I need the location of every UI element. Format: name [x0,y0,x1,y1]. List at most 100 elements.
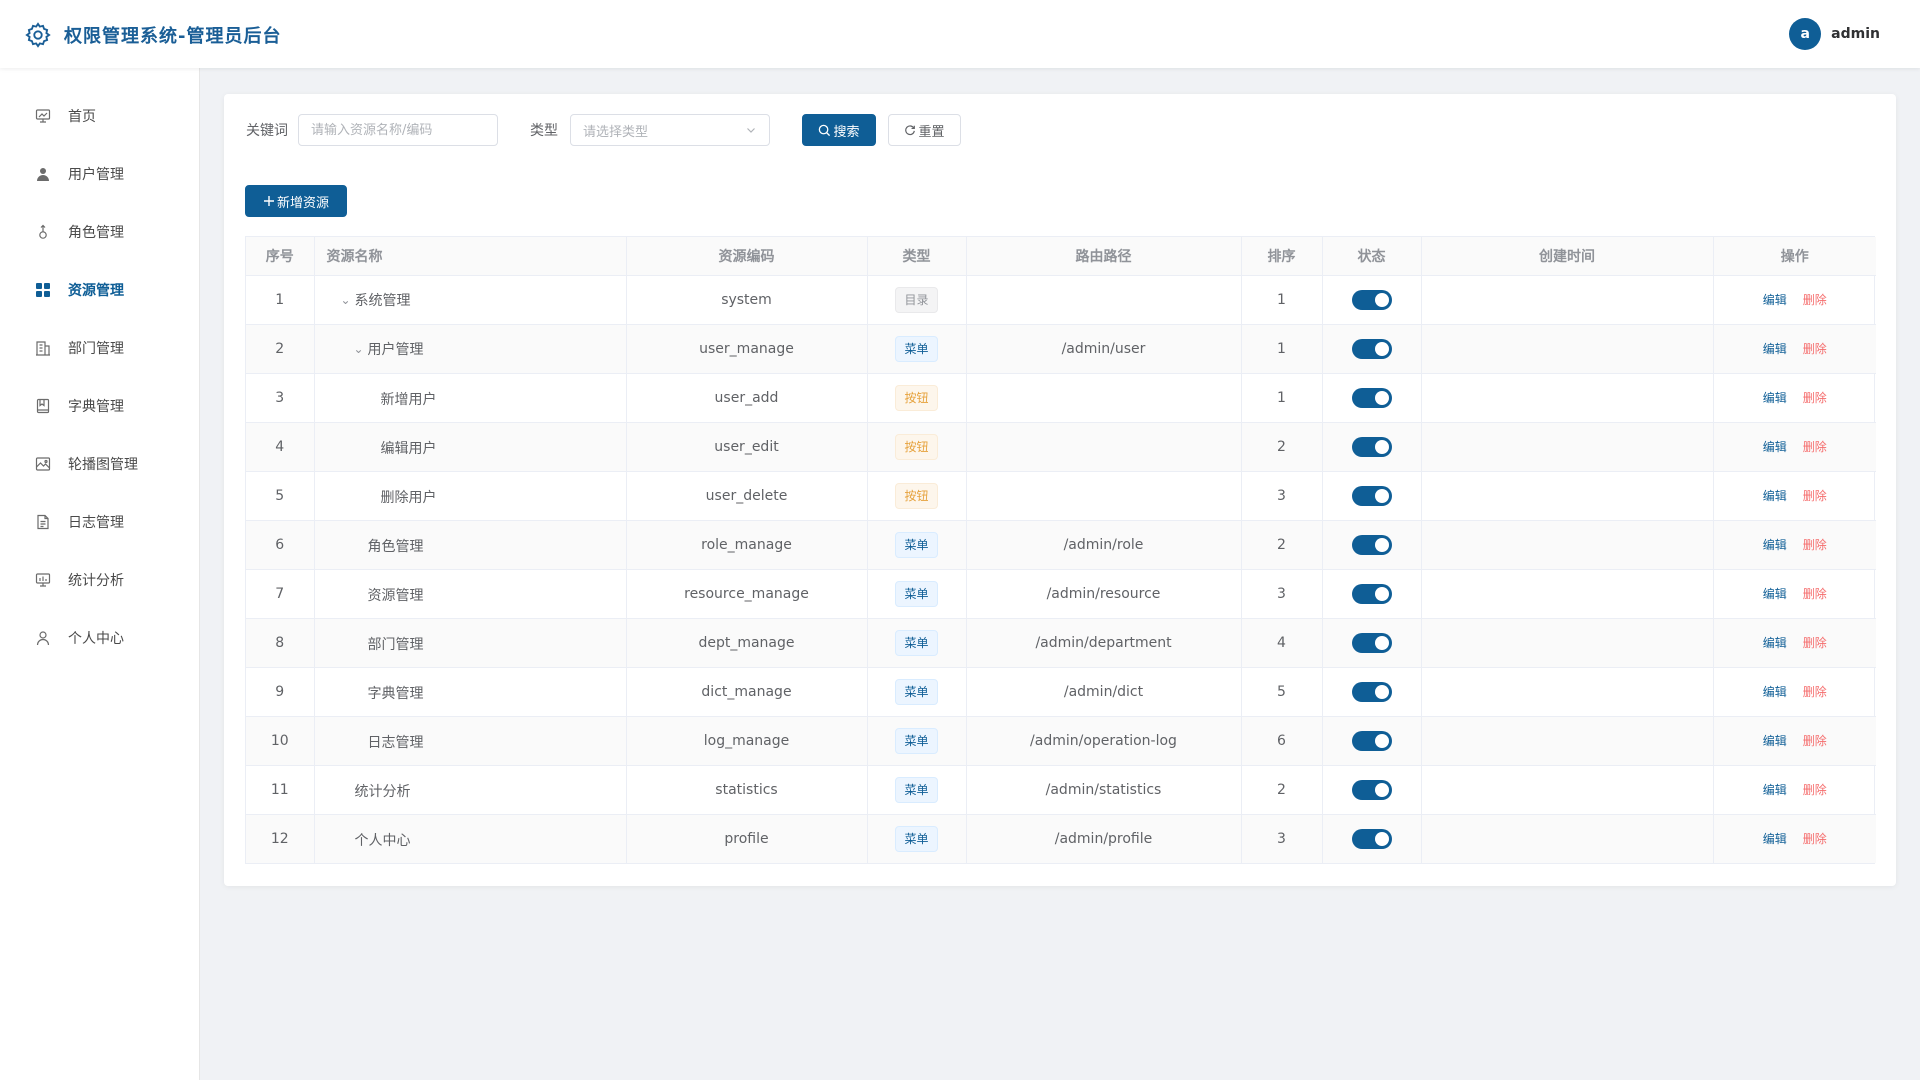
sort-order: 2 [1241,520,1323,570]
type-tag: 菜单 [895,776,938,803]
sidebar-item[interactable]: 日志管理 [0,493,199,551]
chevron-down-icon[interactable]: ⌄ [341,293,355,307]
row-number: 1 [246,275,315,325]
sidebar-item[interactable]: 统计分析 [0,551,199,609]
delete-button[interactable]: 删除 [1803,783,1827,797]
delete-button[interactable]: 删除 [1803,685,1827,699]
resource-name-cell: 个人中心 [314,814,627,863]
sidebar-item[interactable]: 字典管理 [0,377,199,435]
status-toggle[interactable] [1351,828,1392,849]
type-cell: 菜单 [867,667,967,717]
resource-name-cell: 删除用户 [314,471,627,521]
actions-cell: 编辑 删除 [1713,765,1876,815]
delete-button[interactable]: 删除 [1803,391,1827,405]
table-row: 9 字典管理 dict_manage 菜单/admin/dict 5 编辑 删除 [246,667,1876,717]
edit-button[interactable]: 编辑 [1763,538,1787,552]
route-path [966,275,1242,325]
status-toggle[interactable] [1351,583,1392,604]
edit-button[interactable]: 编辑 [1763,734,1787,748]
sidebar-item[interactable]: 部门管理 [0,319,199,377]
status-toggle[interactable] [1351,436,1392,457]
edit-button[interactable]: 编辑 [1763,685,1787,699]
actions-cell: 编辑 删除 [1713,520,1876,570]
resource-table: 序号 资源名称 资源编码 类型 路由路径 排序 状态 创建时间 操作 1 ⌄ 系统管理 system 目… [245,236,1876,864]
row-number: 5 [246,471,315,521]
status-toggle[interactable] [1351,338,1392,359]
table-row: 10 日志管理 log_manage 菜单/admin/operation-log 6 编… [246,716,1876,766]
book-icon [34,397,52,415]
table-row: 12 个人中心 profile 菜单/admin/profile 3 编辑 删除 [246,814,1876,863]
type-cell: 菜单 [867,765,967,815]
edit-button[interactable]: 编辑 [1763,832,1787,846]
row-number: 7 [246,569,315,619]
chevron-down-icon[interactable]: ⌄ [354,342,368,356]
resource-name: 编辑用户 [380,440,437,457]
edit-button[interactable]: 编辑 [1763,783,1787,797]
sidebar-item[interactable]: 轮播图管理 [0,435,199,493]
sidebar-item[interactable]: 资源管理 [0,261,199,319]
chart-icon [34,571,52,589]
picture-icon [34,455,52,473]
edit-button[interactable]: 编辑 [1763,293,1787,307]
delete-button[interactable]: 删除 [1803,489,1827,503]
column-header: 资源编码 [626,237,868,276]
resource-name: 删除用户 [380,489,437,506]
status-toggle[interactable] [1351,779,1392,800]
status-toggle[interactable] [1351,387,1392,408]
actions-cell: 编辑 删除 [1713,373,1876,423]
type-tag: 菜单 [895,335,938,362]
chevron-down-icon [747,128,755,133]
sidebar: 首页 用户管理 角色管理 资源管理 部门管理 字典管理 轮播图管理 日志管理 统计分析 个人中心 [0,68,200,1080]
delete-button[interactable]: 删除 [1803,293,1827,307]
created-time [1421,520,1714,570]
edit-button[interactable]: 编辑 [1763,440,1787,454]
username[interactable]: admin [1831,26,1880,42]
resource-code: user_manage [626,324,868,374]
delete-button[interactable]: 删除 [1803,538,1827,552]
reset-button[interactable]: 重置 [888,114,961,146]
avatar[interactable]: a [1789,18,1822,50]
status-toggle[interactable] [1351,681,1392,702]
status-toggle[interactable] [1351,289,1392,310]
created-time [1421,667,1714,717]
sidebar-item[interactable]: 首页 [0,87,199,145]
type-cell: 菜单 [867,520,967,570]
delete-button[interactable]: 删除 [1803,734,1827,748]
sidebar-item[interactable]: 用户管理 [0,145,199,203]
type-select[interactable]: 请选择类型 [570,114,770,146]
type-tag: 目录 [895,286,938,313]
resource-name-cell: ⌄ 系统管理 [314,275,627,325]
search-button[interactable]: 搜索 [802,114,876,146]
user-menu[interactable]: a admin [1789,18,1880,50]
route-path [966,471,1242,521]
table-row: 3 新增用户 user_add 按钮 1 编辑 删除 [246,373,1876,423]
type-tag: 菜单 [895,825,938,852]
status-cell [1322,667,1422,717]
resource-name: 字典管理 [367,685,424,702]
delete-button[interactable]: 删除 [1803,636,1827,650]
status-toggle[interactable] [1351,730,1392,751]
row-number: 4 [246,422,315,472]
column-header: 资源名称 [314,237,627,276]
add-resource-button[interactable]: 新增资源 [245,185,347,217]
delete-button[interactable]: 删除 [1803,587,1827,601]
edit-button[interactable]: 编辑 [1763,636,1787,650]
delete-button[interactable]: 删除 [1803,342,1827,356]
resource-code: user_add [626,373,868,423]
keyword-input[interactable] [298,114,498,146]
edit-button[interactable]: 编辑 [1763,587,1787,601]
delete-button[interactable]: 删除 [1803,440,1827,454]
delete-button[interactable]: 删除 [1803,832,1827,846]
sort-order: 4 [1241,618,1323,668]
actions-cell: 编辑 删除 [1713,716,1876,766]
sidebar-item[interactable]: 个人中心 [0,609,199,667]
edit-button[interactable]: 编辑 [1763,391,1787,405]
edit-button[interactable]: 编辑 [1763,489,1787,503]
status-toggle[interactable] [1351,632,1392,653]
sidebar-item[interactable]: 角色管理 [0,203,199,261]
sort-order: 1 [1241,275,1323,325]
status-toggle[interactable] [1351,534,1392,555]
role-icon [34,223,52,241]
edit-button[interactable]: 编辑 [1763,342,1787,356]
status-toggle[interactable] [1351,485,1392,506]
